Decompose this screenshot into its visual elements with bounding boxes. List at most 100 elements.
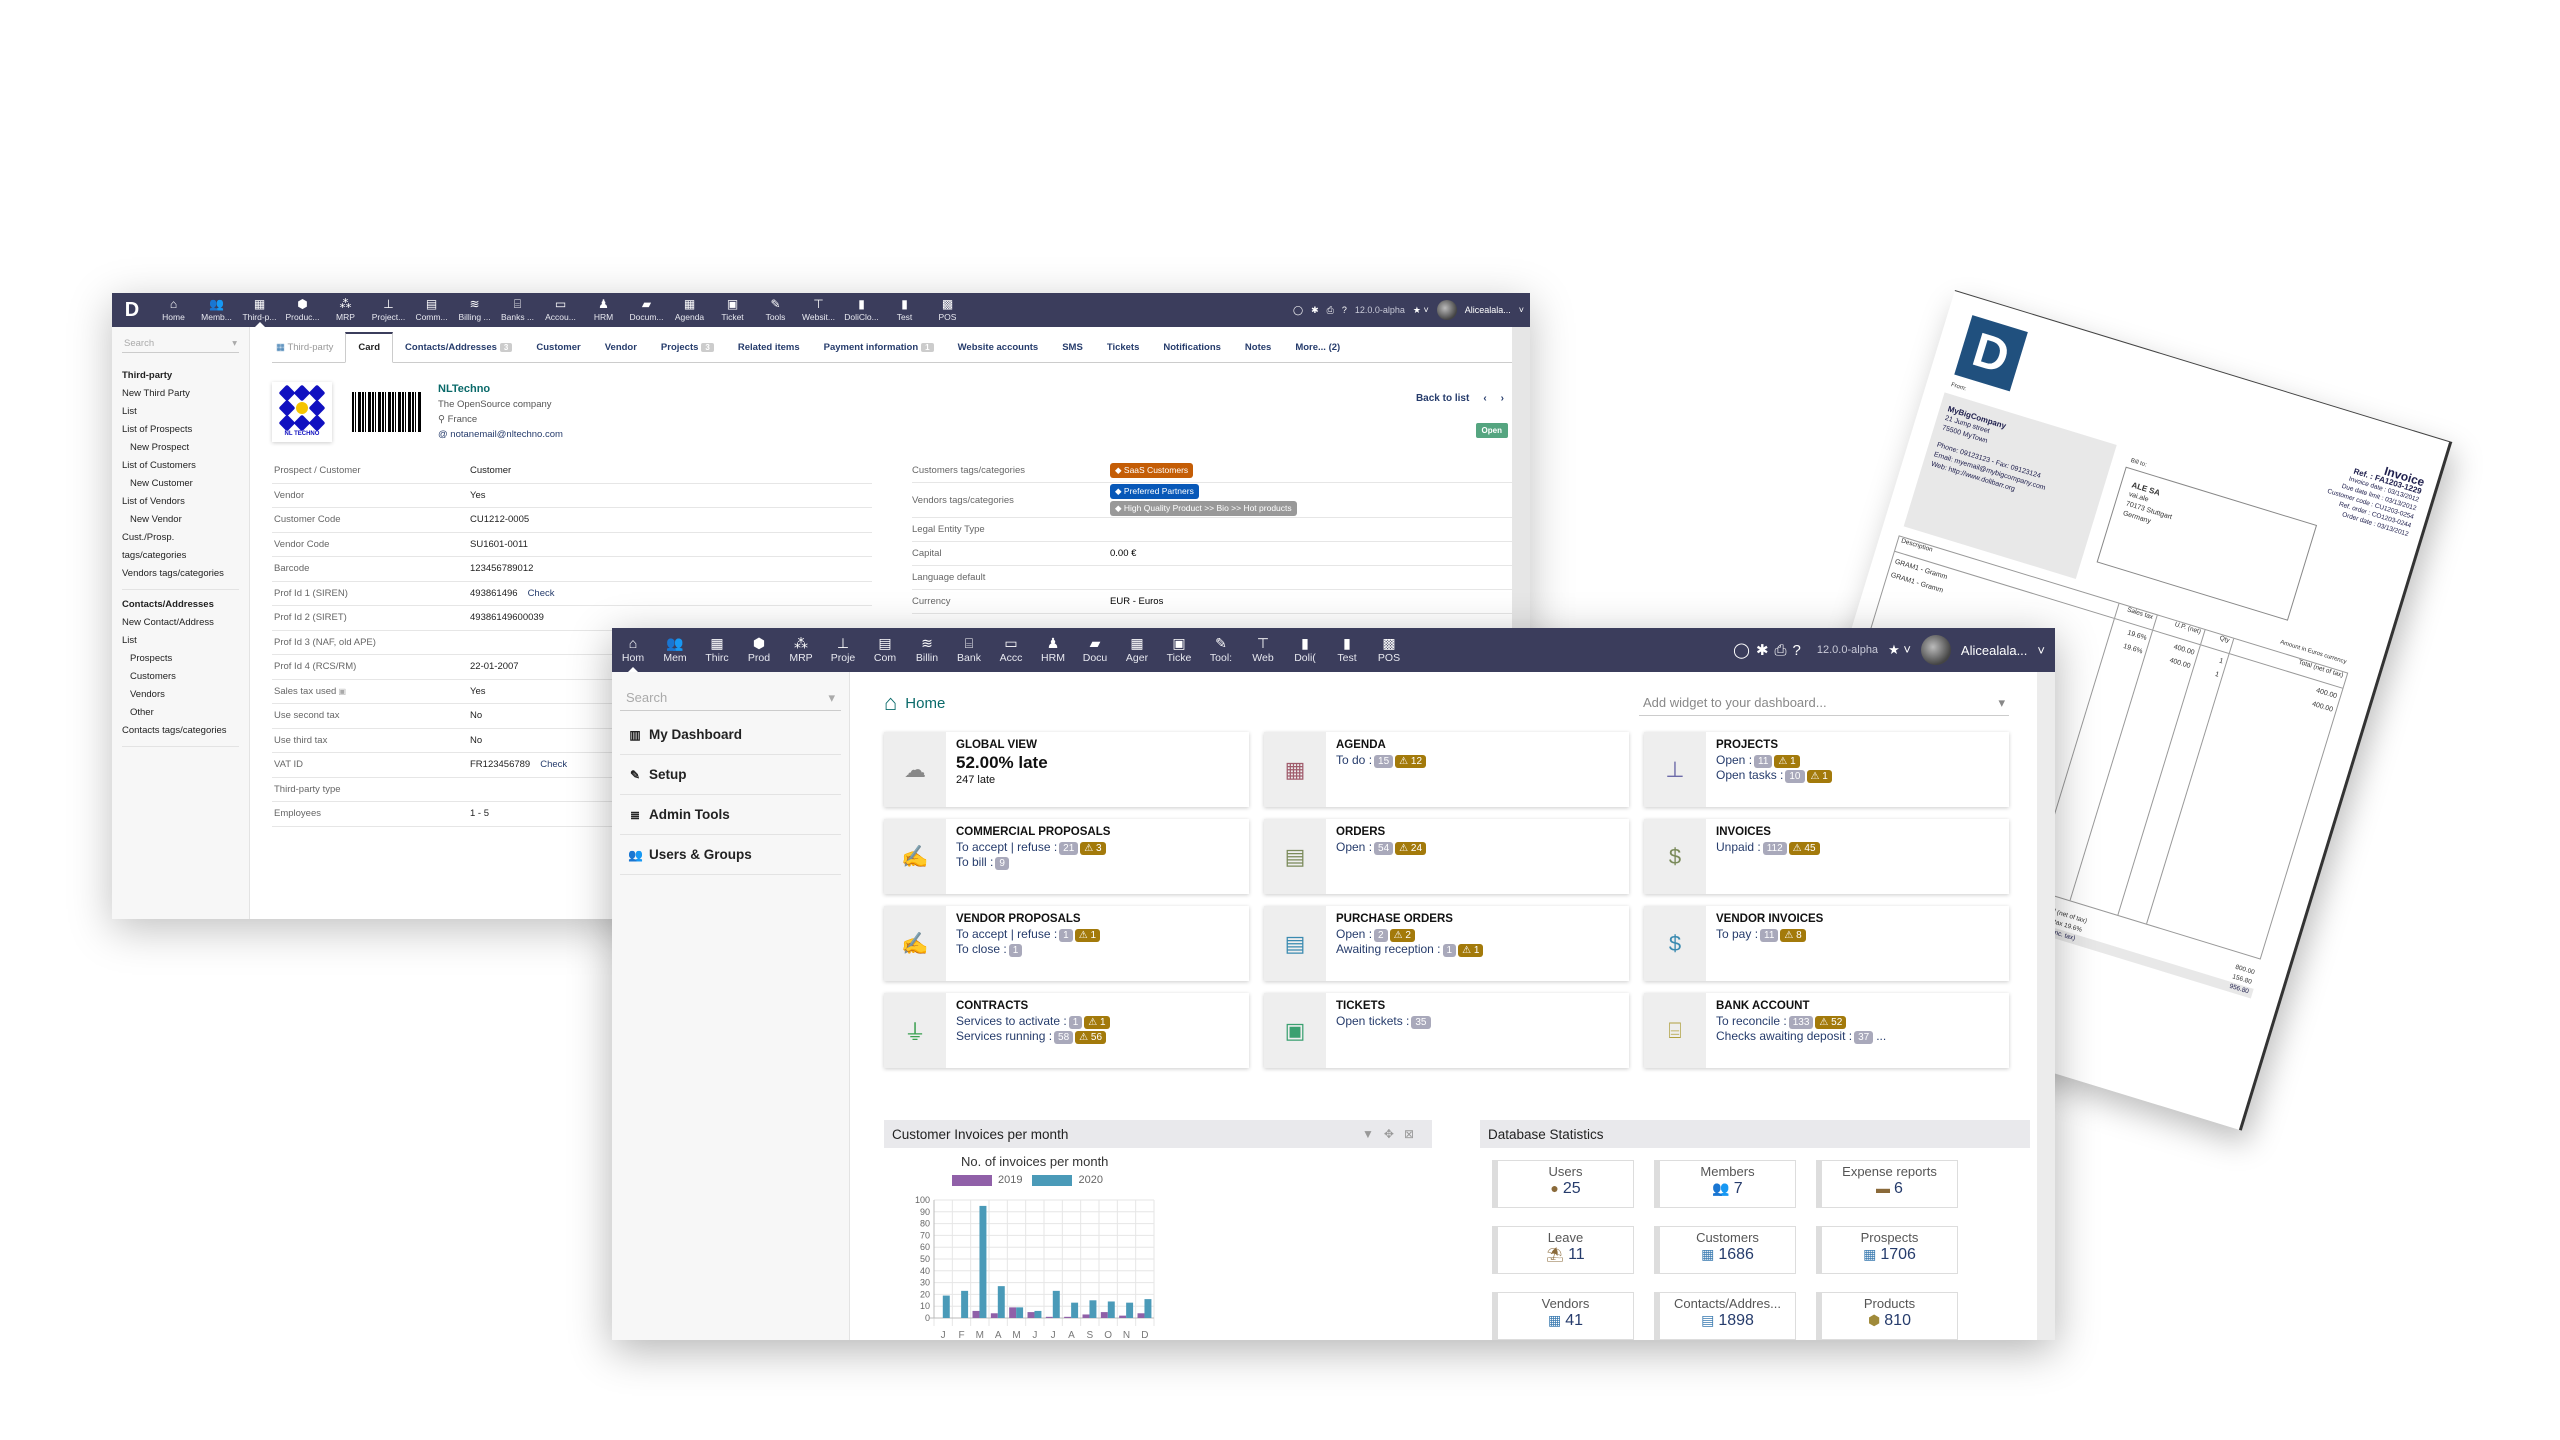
summary-box-global-view[interactable]: ☁ GLOBAL VIEW 52.00% late 247 late bbox=[884, 732, 1249, 807]
box-line[interactable]: Services running :58 ⚠ 56 bbox=[956, 1029, 1110, 1044]
menu-item-1[interactable]: 👥 Mem bbox=[654, 628, 696, 672]
summary-box-contracts[interactable]: ⏚ CONTRACTS Services to activate :1 ⚠ 1 Serv… bbox=[884, 993, 1249, 1068]
box-line[interactable]: To reconcile :133 ⚠ 52 bbox=[1716, 1014, 1886, 1029]
user-name[interactable]: Alicealala... bbox=[1465, 305, 1511, 315]
tab-card[interactable]: Card bbox=[345, 332, 394, 363]
menu-item-14[interactable]: ✎ Tools bbox=[754, 293, 797, 327]
tab-notes[interactable]: Notes bbox=[1233, 342, 1283, 362]
sidebar-link[interactable]: Vendors tags/categories bbox=[122, 565, 239, 583]
previous-record-icon[interactable]: ‹ bbox=[1483, 393, 1486, 404]
summary-box-vendor-invoices[interactable]: $ VENDOR INVOICES To pay :11 ⚠ 8 bbox=[1644, 906, 2009, 981]
menu-item-18[interactable]: ▩ POS bbox=[1368, 628, 1410, 672]
stat-prospects[interactable]: Prospects ▦ 1706 bbox=[1816, 1226, 1958, 1274]
box-line[interactable]: To accept | refuse :1 ⚠ 1 bbox=[956, 927, 1101, 942]
summary-box-orders[interactable]: ▤ ORDERS Open :54 ⚠ 24 bbox=[1264, 819, 1629, 894]
menu-item-9[interactable]: ▭ Accc bbox=[990, 628, 1032, 672]
menu-item-16[interactable]: ▮ DoliClo... bbox=[840, 293, 883, 327]
box-line[interactable]: Unpaid :112 ⚠ 45 bbox=[1716, 840, 1820, 855]
box-line[interactable]: Open tasks :10 ⚠ 1 bbox=[1716, 768, 1832, 783]
chevron-down-icon[interactable]: ˅ bbox=[2037, 643, 2045, 658]
print-icon[interactable]: ⎙ bbox=[1775, 642, 1793, 659]
tab-sms[interactable]: SMS bbox=[1050, 342, 1095, 362]
back-to-list-link[interactable]: Back to list bbox=[1416, 393, 1469, 404]
menu-item-4[interactable]: ⁂ MRP bbox=[324, 293, 367, 327]
box-line[interactable]: To do :15 ⚠ 12 bbox=[1336, 753, 1427, 768]
close-box-icon[interactable]: ⊠ bbox=[1404, 1127, 1424, 1141]
bug-icon[interactable]: ✱ bbox=[1756, 642, 1775, 659]
menu-item-13[interactable]: ▣ Ticket bbox=[711, 293, 754, 327]
add-widget-select[interactable]: Add widget to your dashboard... ▾ bbox=[1639, 691, 2009, 716]
summary-box-projects[interactable]: ⊥ PROJECTS Open :11 ⚠ 1 Open tasks :10 ⚠ 1 bbox=[1644, 732, 2009, 807]
chat-icon[interactable]: ◯ bbox=[1293, 305, 1303, 316]
stat-expense-reports[interactable]: Expense reports ▬ 6 bbox=[1816, 1160, 1958, 1208]
sidebar-link[interactable]: Contacts tags/categories bbox=[122, 722, 239, 740]
tab-projects[interactable]: Projects 3 bbox=[649, 342, 726, 362]
menu-item-7[interactable]: ≋ Billing ... bbox=[453, 293, 496, 327]
category-tag[interactable]: ◆ SaaS Customers bbox=[1110, 463, 1194, 478]
sidebar-item-setup[interactable]: ✎ Setup bbox=[620, 755, 841, 795]
menu-item-11[interactable]: ▰ Docu bbox=[1074, 628, 1116, 672]
menu-item-1[interactable]: 👥 Memb... bbox=[195, 293, 238, 327]
sidebar-link[interactable]: Other bbox=[122, 704, 239, 722]
menu-item-3[interactable]: ⬢ Prod bbox=[738, 628, 780, 672]
sidebar-search-input[interactable]: Search ▾ bbox=[122, 335, 239, 353]
help-icon[interactable]: ▣ bbox=[336, 687, 347, 696]
menu-item-10[interactable]: ♟ HRM bbox=[582, 293, 625, 327]
sidebar-search-input[interactable]: Search ▾ bbox=[620, 686, 841, 711]
sidebar-link[interactable]: Prospects bbox=[122, 650, 239, 668]
sidebar-link[interactable]: New Third Party bbox=[122, 385, 239, 403]
menu-item-5[interactable]: ⊥ Project... bbox=[367, 293, 410, 327]
tab-third-party[interactable]: ▦ Third-party bbox=[272, 342, 345, 362]
menu-item-9[interactable]: ▭ Accou... bbox=[539, 293, 582, 327]
sidebar-section-title[interactable]: Third-party bbox=[122, 367, 239, 385]
sidebar-link[interactable]: List of Vendors bbox=[122, 493, 239, 511]
sidebar-item-users-groups[interactable]: 👥 Users & Groups bbox=[620, 835, 841, 875]
summary-box-bank-account[interactable]: ⌸ BANK ACCOUNT To reconcile :133 ⚠ 52 Checks… bbox=[1644, 993, 2009, 1068]
user-avatar[interactable] bbox=[1920, 635, 1951, 665]
tab-vendor[interactable]: Vendor bbox=[593, 342, 649, 362]
box-line[interactable]: Open :54 ⚠ 24 bbox=[1336, 840, 1427, 855]
tab-more-2-[interactable]: More... (2) bbox=[1283, 342, 1352, 362]
menu-item-11[interactable]: ▰ Docum... bbox=[625, 293, 668, 327]
tab-payment-information[interactable]: Payment information 1 bbox=[812, 342, 946, 362]
menu-item-0[interactable]: ⌂ Hom bbox=[612, 628, 654, 672]
menu-item-5[interactable]: ⊥ Proje bbox=[822, 628, 864, 672]
help-icon[interactable]: ? bbox=[1793, 642, 1807, 659]
bug-icon[interactable]: ✱ bbox=[1311, 305, 1319, 316]
legend-item-2019[interactable]: 2019 bbox=[952, 1174, 1022, 1186]
menu-item-8[interactable]: ⌸ Banks ... bbox=[496, 293, 539, 327]
sidebar-link[interactable]: List of Customers bbox=[122, 457, 239, 475]
menu-item-8[interactable]: ⌸ Bank bbox=[948, 628, 990, 672]
tab-tickets[interactable]: Tickets bbox=[1095, 342, 1152, 362]
sidebar-link[interactable]: List bbox=[122, 632, 239, 650]
stat-products[interactable]: Products ⬢ 810 bbox=[1816, 1292, 1958, 1340]
user-name[interactable]: Alicealala... bbox=[1961, 643, 2027, 658]
menu-item-6[interactable]: ▤ Comm... bbox=[410, 293, 453, 327]
sidebar-link[interactable]: Cust./Prosp. tags/categories bbox=[122, 529, 239, 565]
menu-item-2[interactable]: ▦ Thirc bbox=[696, 628, 738, 672]
sidebar-link[interactable]: List of Prospects bbox=[122, 421, 239, 439]
sidebar-link[interactable]: List bbox=[122, 403, 239, 421]
menu-item-0[interactable]: ⌂ Home bbox=[152, 293, 195, 327]
menu-item-17[interactable]: ▮ Test bbox=[1326, 628, 1368, 672]
menu-item-4[interactable]: ⁂ MRP bbox=[780, 628, 822, 672]
menu-item-6[interactable]: ▤ Com bbox=[864, 628, 906, 672]
menu-item-15[interactable]: ⊤ Web bbox=[1242, 628, 1284, 672]
sidebar-section-title[interactable]: Contacts/Addresses bbox=[122, 596, 239, 614]
stat-leave[interactable]: Leave ⛱ 11 bbox=[1492, 1226, 1634, 1274]
chat-icon[interactable]: ◯ bbox=[1733, 642, 1756, 659]
check-link[interactable]: Check bbox=[528, 588, 555, 599]
stat-users[interactable]: Users ● 25 bbox=[1492, 1160, 1634, 1208]
scrollbar-track[interactable] bbox=[2037, 672, 2055, 1340]
tab-website-accounts[interactable]: Website accounts bbox=[946, 342, 1051, 362]
menu-item-17[interactable]: ▮ Test bbox=[883, 293, 926, 327]
summary-box-agenda[interactable]: ▦ AGENDA To do :15 ⚠ 12 bbox=[1264, 732, 1629, 807]
menu-item-3[interactable]: ⬢ Produc... bbox=[281, 293, 324, 327]
user-avatar[interactable] bbox=[1436, 300, 1457, 320]
summary-box-invoices[interactable]: $ INVOICES Unpaid :112 ⚠ 45 bbox=[1644, 819, 2009, 894]
sidebar-link[interactable]: New Vendor bbox=[122, 511, 239, 529]
summary-box-tickets[interactable]: ▣ TICKETS Open tickets :35 bbox=[1264, 993, 1629, 1068]
sidebar-link[interactable]: New Contact/Address bbox=[122, 614, 239, 632]
menu-item-12[interactable]: ▦ Agenda bbox=[668, 293, 711, 327]
tab-notifications[interactable]: Notifications bbox=[1151, 342, 1233, 362]
